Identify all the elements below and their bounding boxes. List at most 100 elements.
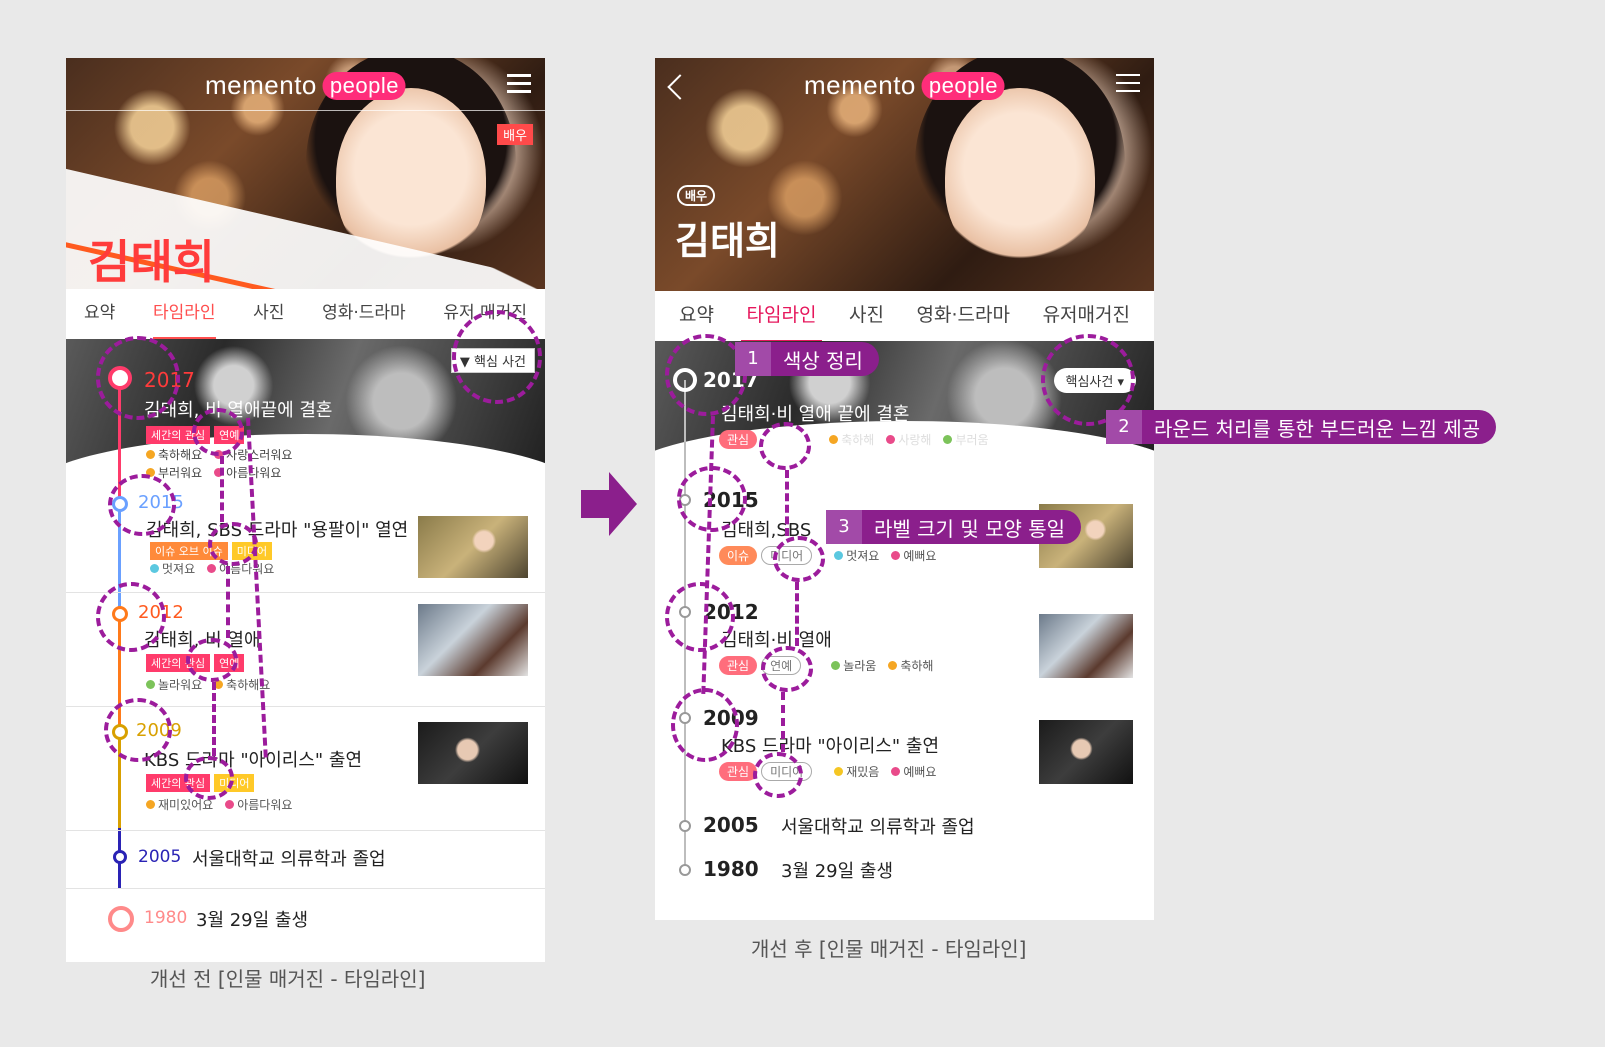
event-title[interactable]: 서울대학교 의류학과 졸업 <box>192 845 386 871</box>
annotation-connector <box>795 582 799 646</box>
event-thumbnail[interactable] <box>1039 614 1133 678</box>
annotation-circle <box>96 336 180 420</box>
timeline-dot <box>113 850 127 864</box>
reaction[interactable]: 사랑해 <box>886 431 931 448</box>
reaction[interactable]: 부러움 <box>943 431 989 448</box>
event-thumbnail[interactable] <box>418 516 528 578</box>
annotation-circle <box>96 582 166 652</box>
annotation-connector <box>785 470 789 536</box>
timeline-dot <box>108 906 134 932</box>
callout-text: 라운드 처리를 통한 부드러운 느낌 제공 <box>1154 416 1481 441</box>
event-year: 1980 <box>703 857 759 881</box>
callout-number: 2 <box>1106 410 1142 444</box>
reaction[interactable]: 놀라움 <box>831 657 876 674</box>
annotation-circle <box>184 756 234 800</box>
annotation-circle <box>108 474 176 536</box>
callout-text: 라벨 크기 및 모양 통일 <box>874 516 1066 541</box>
reaction[interactable]: 멋져요 <box>150 560 195 577</box>
event-year: 2005 <box>138 847 182 867</box>
event-thumbnail[interactable] <box>1039 720 1133 784</box>
annotation-connector <box>226 566 230 638</box>
event-title[interactable]: 3월 29일 출생 <box>196 906 308 932</box>
event-title[interactable]: KBS 드라마 "아이리스" 출연 <box>721 732 939 758</box>
header-divider <box>66 110 545 111</box>
tab-movie-drama[interactable]: 영화·드라마 <box>917 291 1010 341</box>
job-badge: 배우 <box>497 124 533 145</box>
callout-1: 1 색상 정리 <box>735 342 879 376</box>
annotation-circle <box>104 698 172 762</box>
event-label[interactable]: 관심 <box>719 430 758 449</box>
event-year: 1980 <box>144 908 188 928</box>
callout-number: 1 <box>735 342 771 376</box>
tab-timeline[interactable]: 타임라인 <box>740 291 823 343</box>
annotation-circle <box>192 408 244 456</box>
brand-text: memento <box>804 70 916 100</box>
callout-number: 3 <box>826 510 862 544</box>
caption-after: 개선 후 [인물 매거진 - 타임라인] <box>751 937 1027 961</box>
event-reactions: 재미있어요 아름다워요 <box>146 796 300 813</box>
back-icon[interactable] <box>667 74 693 100</box>
annotation-circle <box>753 752 803 798</box>
arrow-right-icon <box>581 472 637 536</box>
reaction[interactable]: 축하해요 <box>146 446 202 463</box>
event-title[interactable]: KBS 드라마 "아이리스" 출연 <box>144 746 362 772</box>
tab-photos[interactable]: 사진 <box>849 291 884 341</box>
reaction[interactable]: 축하해 <box>888 657 933 674</box>
event-label[interactable]: 이슈 <box>719 546 758 565</box>
event-labels: 이슈 미디어 멋져요 예뻐요 <box>719 546 944 565</box>
annotation-connector <box>220 456 224 522</box>
reaction[interactable]: 예뻐요 <box>891 763 936 780</box>
annotation-circle <box>773 536 825 582</box>
event-reactions: 부러워요 아름다워요 <box>146 464 289 481</box>
event-labels: 관심 연예 놀라움 축하해 <box>719 656 941 675</box>
event-label[interactable]: 관심 <box>719 762 758 781</box>
timeline-dot <box>679 864 691 876</box>
reaction[interactable]: 축하해 <box>829 431 874 448</box>
person-name: 김태희 <box>675 219 780 263</box>
reaction[interactable]: 예뻐요 <box>891 547 936 564</box>
annotation-circle <box>671 688 739 762</box>
event-thumbnail[interactable] <box>418 604 528 676</box>
annotation-circle <box>452 310 542 404</box>
tab-timeline[interactable]: 타임라인 <box>152 289 216 339</box>
annotation-circle <box>665 582 735 652</box>
tab-photos[interactable]: 사진 <box>253 289 284 339</box>
event-label[interactable]: 관심 <box>719 656 758 675</box>
annotation-connector <box>781 692 785 752</box>
brand-pill: people <box>921 71 1005 100</box>
hero-photo: memento people 배우 김태희 <box>66 58 545 289</box>
tab-bar: 요약 타임라인 사진 영화·드라마 유저매거진 <box>655 291 1154 343</box>
callout-2: 2 라운드 처리를 통한 부드러운 느낌 제공 <box>1106 410 1497 444</box>
event-reactions: 멋져요 아름다워요 <box>150 560 282 577</box>
callout-3: 3 라벨 크기 및 모양 통일 <box>826 510 1082 544</box>
hero-face <box>945 88 1095 268</box>
event-title[interactable]: 3월 29일 출생 <box>781 857 893 883</box>
annotation-circle <box>761 646 813 692</box>
event-title[interactable]: 김태희·비 열애 끝에 결혼 <box>721 400 910 426</box>
person-name: 김태희 <box>88 235 215 289</box>
brand-logo[interactable]: memento people <box>804 70 1005 101</box>
timeline-dot <box>679 820 691 832</box>
event-title[interactable]: 김태희, SBS 드라마 "용팔이" 열연 <box>146 516 408 542</box>
annotation-circle <box>208 522 258 566</box>
tab-summary[interactable]: 요약 <box>84 289 115 339</box>
callout-text: 색상 정리 <box>783 348 863 373</box>
reaction[interactable]: 재밌음 <box>834 763 879 780</box>
reaction[interactable]: 멋져요 <box>834 547 879 564</box>
annotation-circle <box>759 422 811 470</box>
after-screen: memento people 배우 김태희 요약 타임라인 사진 영화·드라마 … <box>655 58 1154 920</box>
tab-movie-drama[interactable]: 영화·드라마 <box>322 289 406 339</box>
menu-icon[interactable] <box>507 74 531 94</box>
event-thumbnail[interactable] <box>418 722 528 784</box>
caption-before: 개선 전 [인물 매거진 - 타임라인] <box>150 967 426 991</box>
event-title[interactable]: 서울대학교 의류학과 졸업 <box>781 813 975 839</box>
row-divider <box>66 830 545 831</box>
hero-photo: memento people 배우 김태희 <box>655 58 1154 291</box>
brand-pill: people <box>322 71 406 100</box>
before-screen: memento people 배우 김태희 요약 타임라인 사진 영화·드라마 … <box>66 58 545 962</box>
brand-logo[interactable]: memento people <box>205 70 406 101</box>
reaction[interactable]: 아름다워요 <box>225 796 292 813</box>
row-divider <box>66 888 545 889</box>
reaction[interactable]: 놀라워요 <box>146 676 202 693</box>
menu-icon[interactable] <box>1116 74 1140 94</box>
